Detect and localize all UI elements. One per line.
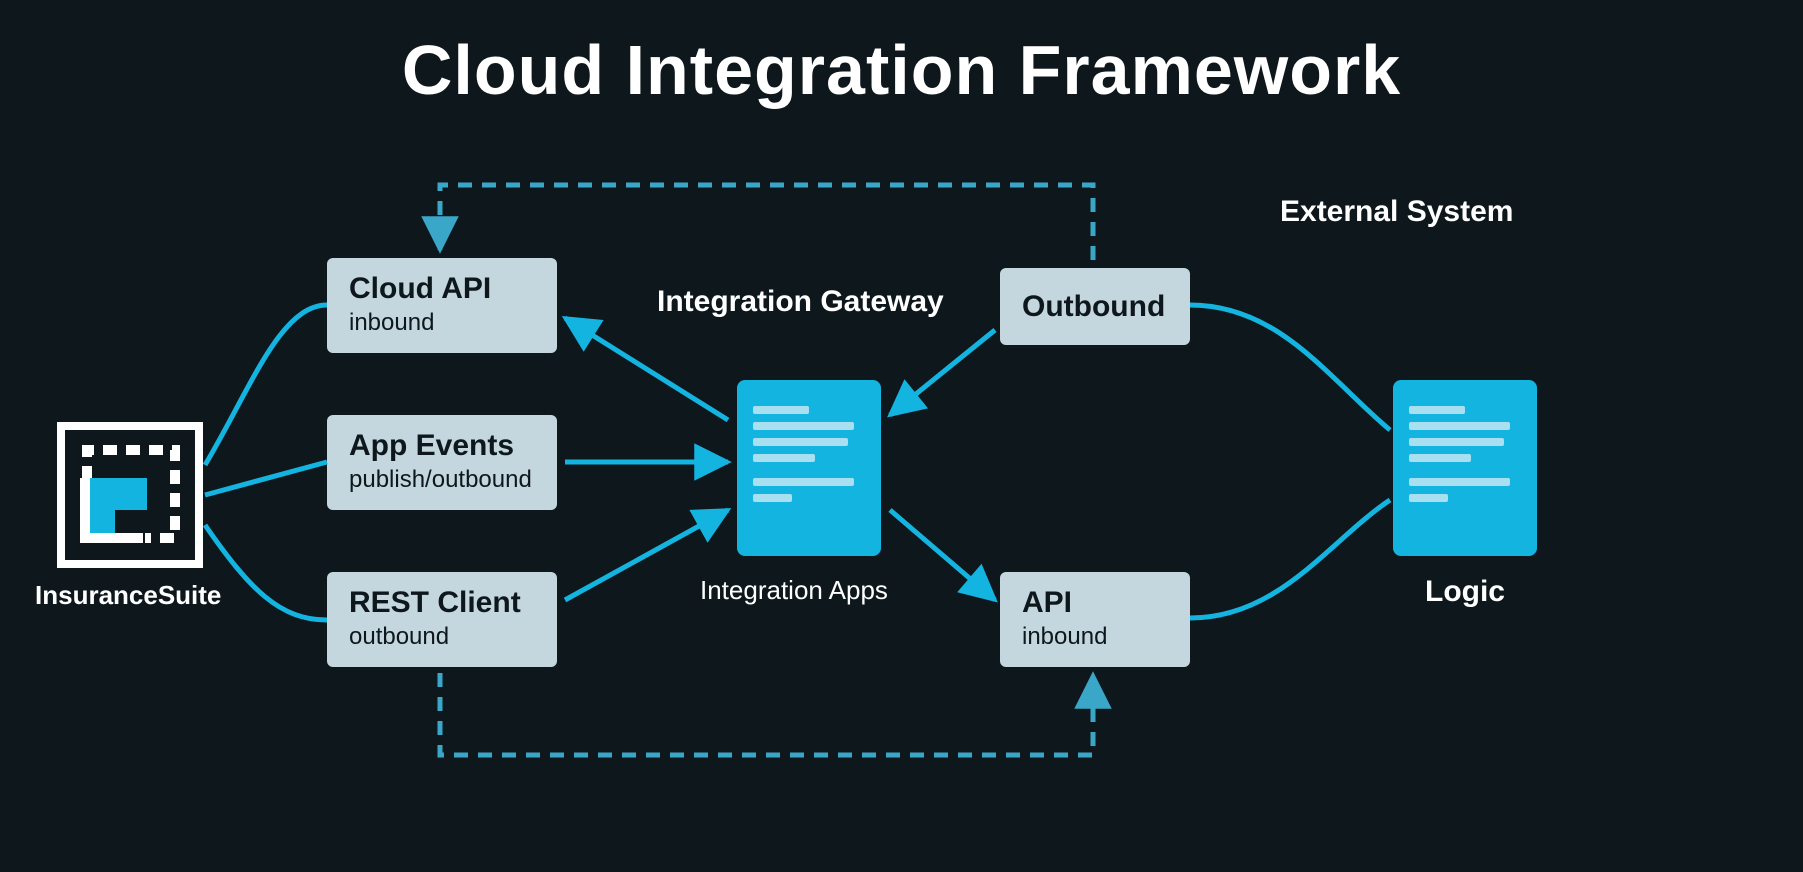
box-app-events: App Events publish/outbound bbox=[327, 415, 557, 510]
integration-apps-label: Integration Apps bbox=[700, 575, 888, 606]
insurancesuite-icon bbox=[55, 420, 205, 575]
center-heading: Integration Gateway bbox=[657, 285, 944, 319]
box-app-events-title: App Events bbox=[349, 429, 535, 462]
box-rest-client-title: REST Client bbox=[349, 586, 535, 619]
box-cloud-api-sub: inbound bbox=[349, 309, 535, 337]
right-heading: External System bbox=[1280, 195, 1513, 229]
box-cloud-api-title: Cloud API bbox=[349, 272, 535, 305]
box-outbound-title: Outbound bbox=[1022, 290, 1168, 323]
box-api-sub: inbound bbox=[1022, 623, 1168, 651]
box-cloud-api: Cloud API inbound bbox=[327, 258, 557, 353]
box-rest-client: REST Client outbound bbox=[327, 572, 557, 667]
box-api: API inbound bbox=[1000, 572, 1190, 667]
diagram-title: Cloud Integration Framework bbox=[0, 30, 1803, 110]
logic-icon bbox=[1393, 380, 1537, 556]
box-app-events-sub: publish/outbound bbox=[349, 466, 535, 494]
integration-apps-icon bbox=[737, 380, 881, 556]
logic-label: Logic bbox=[1425, 575, 1505, 609]
box-outbound: Outbound bbox=[1000, 268, 1190, 345]
insurancesuite-label: InsuranceSuite bbox=[35, 580, 221, 611]
box-rest-client-sub: outbound bbox=[349, 623, 535, 651]
box-api-title: API bbox=[1022, 586, 1168, 619]
